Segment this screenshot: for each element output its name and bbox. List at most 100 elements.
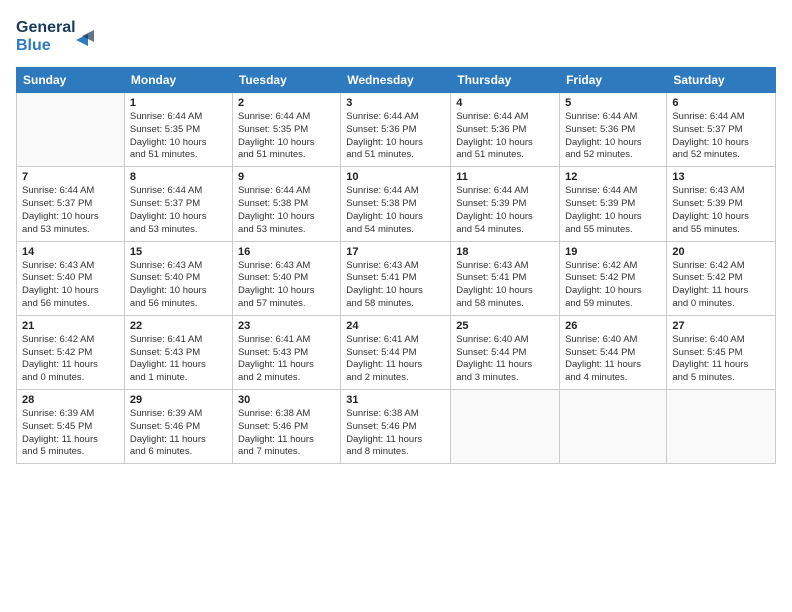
calendar-cell: 24Sunrise: 6:41 AMSunset: 5:44 PMDayligh…	[341, 315, 451, 389]
weekday-header-wednesday: Wednesday	[341, 68, 451, 93]
day-number: 19	[565, 246, 661, 258]
week-row-3: 21Sunrise: 6:42 AMSunset: 5:42 PMDayligh…	[17, 315, 776, 389]
calendar-cell: 5 Sunrise: 6:44 AMSunset: 5:36 PMDaylight…	[560, 93, 667, 167]
weekday-header-saturday: Saturday	[667, 68, 776, 93]
calendar-cell: 12 Sunrise: 6:44 AMSunset: 5:39 PMDayligh…	[560, 167, 667, 241]
calendar-cell: 16 Sunrise: 6:43 AMSunset: 5:40 PMDayligh…	[232, 241, 340, 315]
day-info: Sunrise: 6:41 AMSunset: 5:43 PMDaylight:…	[130, 334, 227, 385]
week-row-2: 14 Sunrise: 6:43 AMSunset: 5:40 PMDayligh…	[17, 241, 776, 315]
calendar-cell: 7 Sunrise: 6:44 AMSunset: 5:37 PMDaylight…	[17, 167, 125, 241]
day-number: 23	[238, 320, 335, 332]
calendar-cell: 25Sunrise: 6:40 AMSunset: 5:44 PMDayligh…	[451, 315, 560, 389]
day-number: 9	[238, 171, 335, 183]
weekday-header-monday: Monday	[124, 68, 232, 93]
calendar-cell	[667, 390, 776, 464]
calendar-cell: 13 Sunrise: 6:43 AMSunset: 5:39 PMDayligh…	[667, 167, 776, 241]
day-info: Sunrise: 6:44 AMSunset: 5:39 PMDaylight:…	[565, 185, 661, 236]
calendar-cell: 29 Sunrise: 6:39 AMSunset: 5:46 PMDayligh…	[124, 390, 232, 464]
calendar-cell: 14 Sunrise: 6:43 AMSunset: 5:40 PMDayligh…	[17, 241, 125, 315]
day-number: 22	[130, 320, 227, 332]
day-number: 4	[456, 97, 554, 109]
day-number: 5	[565, 97, 661, 109]
calendar-cell: 27 Sunrise: 6:40 AMSunset: 5:45 PMDayligh…	[667, 315, 776, 389]
calendar-cell: 26 Sunrise: 6:40 AMSunset: 5:44 PMDayligh…	[560, 315, 667, 389]
day-number: 6	[672, 97, 770, 109]
day-info: Sunrise: 6:44 AMSunset: 5:38 PMDaylight:…	[238, 185, 335, 236]
day-number: 27	[672, 320, 770, 332]
day-number: 29	[130, 394, 227, 406]
calendar-cell: 2 Sunrise: 6:44 AMSunset: 5:35 PMDaylight…	[232, 93, 340, 167]
day-number: 8	[130, 171, 227, 183]
day-number: 20	[672, 246, 770, 258]
day-number: 11	[456, 171, 554, 183]
calendar-cell: 22 Sunrise: 6:41 AMSunset: 5:43 PMDayligh…	[124, 315, 232, 389]
header: General Blue	[16, 12, 776, 61]
calendar-cell: 3 Sunrise: 6:44 AMSunset: 5:36 PMDaylight…	[341, 93, 451, 167]
day-info: Sunrise: 6:43 AMSunset: 5:40 PMDaylight:…	[238, 260, 335, 311]
day-info: Sunrise: 6:44 AMSunset: 5:39 PMDaylight:…	[456, 185, 554, 236]
day-number: 30	[238, 394, 335, 406]
day-info: Sunrise: 6:44 AMSunset: 5:36 PMDaylight:…	[456, 111, 554, 162]
day-info: Sunrise: 6:42 AMSunset: 5:42 PMDaylight:…	[22, 334, 119, 385]
day-info: Sunrise: 6:43 AMSunset: 5:39 PMDaylight:…	[672, 185, 770, 236]
calendar-cell	[17, 93, 125, 167]
calendar-cell: 17 Sunrise: 6:43 AMSunset: 5:41 PMDayligh…	[341, 241, 451, 315]
calendar-cell: 21Sunrise: 6:42 AMSunset: 5:42 PMDayligh…	[17, 315, 125, 389]
day-info: Sunrise: 6:40 AMSunset: 5:44 PMDaylight:…	[456, 334, 554, 385]
svg-text:Blue: Blue	[16, 37, 51, 54]
day-number: 14	[22, 246, 119, 258]
weekday-header-row: SundayMondayTuesdayWednesdayThursdayFrid…	[17, 68, 776, 93]
day-number: 17	[346, 246, 445, 258]
day-number: 7	[22, 171, 119, 183]
calendar-cell: 6 Sunrise: 6:44 AMSunset: 5:37 PMDaylight…	[667, 93, 776, 167]
day-info: Sunrise: 6:44 AMSunset: 5:36 PMDaylight:…	[346, 111, 445, 162]
logo-text: General Blue	[16, 12, 106, 61]
day-number: 31	[346, 394, 445, 406]
day-number: 2	[238, 97, 335, 109]
day-info: Sunrise: 6:44 AMSunset: 5:37 PMDaylight:…	[130, 185, 227, 236]
day-info: Sunrise: 6:40 AMSunset: 5:44 PMDaylight:…	[565, 334, 661, 385]
day-info: Sunrise: 6:44 AMSunset: 5:37 PMDaylight:…	[672, 111, 770, 162]
logo: General Blue	[16, 12, 106, 61]
day-number: 10	[346, 171, 445, 183]
calendar-cell: 4 Sunrise: 6:44 AMSunset: 5:36 PMDaylight…	[451, 93, 560, 167]
day-info: Sunrise: 6:40 AMSunset: 5:45 PMDaylight:…	[672, 334, 770, 385]
svg-text:General: General	[16, 19, 76, 36]
calendar-table: SundayMondayTuesdayWednesdayThursdayFrid…	[16, 67, 776, 464]
day-number: 16	[238, 246, 335, 258]
calendar-cell: 11 Sunrise: 6:44 AMSunset: 5:39 PMDayligh…	[451, 167, 560, 241]
day-number: 26	[565, 320, 661, 332]
calendar-cell: 18Sunrise: 6:43 AMSunset: 5:41 PMDayligh…	[451, 241, 560, 315]
calendar-cell: 10 Sunrise: 6:44 AMSunset: 5:38 PMDayligh…	[341, 167, 451, 241]
day-number: 24	[346, 320, 445, 332]
day-info: Sunrise: 6:43 AMSunset: 5:41 PMDaylight:…	[346, 260, 445, 311]
weekday-header-thursday: Thursday	[451, 68, 560, 93]
day-number: 15	[130, 246, 227, 258]
day-number: 12	[565, 171, 661, 183]
page: General Blue SundayMondayTuesdayWednesda…	[0, 0, 792, 474]
day-info: Sunrise: 6:44 AMSunset: 5:37 PMDaylight:…	[22, 185, 119, 236]
calendar-cell: 23Sunrise: 6:41 AMSunset: 5:43 PMDayligh…	[232, 315, 340, 389]
week-row-1: 7 Sunrise: 6:44 AMSunset: 5:37 PMDaylight…	[17, 167, 776, 241]
day-info: Sunrise: 6:44 AMSunset: 5:35 PMDaylight:…	[130, 111, 227, 162]
day-info: Sunrise: 6:39 AMSunset: 5:45 PMDaylight:…	[22, 408, 119, 459]
day-info: Sunrise: 6:38 AMSunset: 5:46 PMDaylight:…	[346, 408, 445, 459]
day-info: Sunrise: 6:39 AMSunset: 5:46 PMDaylight:…	[130, 408, 227, 459]
calendar-cell	[451, 390, 560, 464]
week-row-4: 28Sunrise: 6:39 AMSunset: 5:45 PMDayligh…	[17, 390, 776, 464]
calendar-cell: 9 Sunrise: 6:44 AMSunset: 5:38 PMDaylight…	[232, 167, 340, 241]
day-number: 3	[346, 97, 445, 109]
day-info: Sunrise: 6:38 AMSunset: 5:46 PMDaylight:…	[238, 408, 335, 459]
day-info: Sunrise: 6:44 AMSunset: 5:38 PMDaylight:…	[346, 185, 445, 236]
day-info: Sunrise: 6:42 AMSunset: 5:42 PMDaylight:…	[672, 260, 770, 311]
week-row-0: 1 Sunrise: 6:44 AMSunset: 5:35 PMDaylight…	[17, 93, 776, 167]
day-info: Sunrise: 6:44 AMSunset: 5:36 PMDaylight:…	[565, 111, 661, 162]
day-info: Sunrise: 6:43 AMSunset: 5:40 PMDaylight:…	[130, 260, 227, 311]
day-number: 18	[456, 246, 554, 258]
day-info: Sunrise: 6:43 AMSunset: 5:40 PMDaylight:…	[22, 260, 119, 311]
day-number: 13	[672, 171, 770, 183]
day-info: Sunrise: 6:44 AMSunset: 5:35 PMDaylight:…	[238, 111, 335, 162]
calendar-cell: 30 Sunrise: 6:38 AMSunset: 5:46 PMDayligh…	[232, 390, 340, 464]
day-number: 1	[130, 97, 227, 109]
calendar-cell: 28Sunrise: 6:39 AMSunset: 5:45 PMDayligh…	[17, 390, 125, 464]
